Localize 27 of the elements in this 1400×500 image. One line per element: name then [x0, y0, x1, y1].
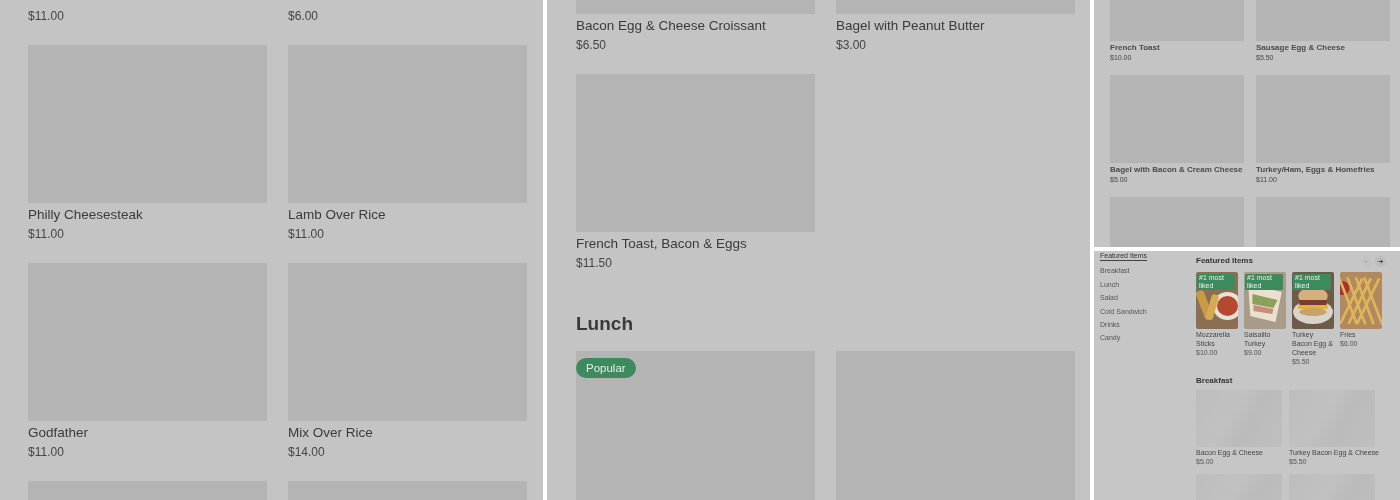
item-name[interactable]: Philly Cheesesteak — [28, 205, 267, 225]
section-heading: Lunch — [576, 312, 634, 336]
item-price: $11.00 — [288, 226, 325, 243]
arrow-left-icon — [1363, 257, 1370, 265]
item-name[interactable]: French Toast — [1110, 42, 1244, 53]
item-name[interactable]: French Toast, Bacon & Eggs — [576, 234, 815, 254]
section-heading: Breakfast — [1196, 376, 1234, 386]
item-name[interactable]: Sausage Egg & Cheese — [1256, 42, 1390, 53]
next-button[interactable] — [1375, 255, 1386, 267]
section-heading: Featured Items — [1196, 255, 1253, 267]
item-price: $6.00 — [288, 8, 320, 25]
item-name[interactable]: Godfather — [28, 423, 267, 443]
popular-badge: Popular — [576, 358, 636, 378]
item-name[interactable]: Bagel with Bacon & Cream Cheese — [1110, 164, 1244, 175]
item-name[interactable]: Lamb Over Rice — [288, 205, 527, 225]
item-price: $11.00 — [28, 444, 65, 461]
item-price: $11.00 — [28, 8, 65, 25]
item-price: $3.00 — [836, 37, 868, 54]
arrow-right-icon — [1377, 257, 1384, 265]
item-price: $6.50 — [576, 37, 608, 54]
item-name[interactable]: Mix Over Rice — [288, 423, 527, 443]
item-price: $11.00 — [28, 226, 65, 243]
item-price: $11.50 — [576, 255, 613, 272]
item-name[interactable]: Turkey/Ham, Eggs & Homefries — [1256, 164, 1390, 175]
item-name[interactable]: Bacon Egg & Cheese Croissant — [576, 16, 815, 36]
item-price: $14.00 — [288, 444, 326, 461]
item-name[interactable]: Bagel with Peanut Butter — [836, 16, 1075, 36]
